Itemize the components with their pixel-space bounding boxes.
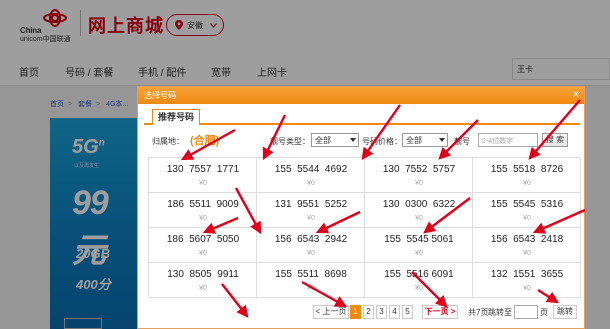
price-select[interactable]: 全部 (402, 133, 448, 147)
phone-number: 155 5518 8726 (490, 164, 564, 175)
phone-number: 155 5545 5316 (490, 199, 564, 210)
number-cell[interactable]: 156 6543 2418 ¥0 (473, 228, 581, 263)
page-unit-label: 页 (540, 308, 548, 317)
phone-number: 130 7557 1771 (166, 164, 240, 175)
goto-page-input[interactable] (514, 305, 538, 319)
number-grid: 130 7557 1771 ¥0 155 5544 4692 ¥0 130 7552 5… (148, 157, 581, 298)
phone-number: 156 6543 2418 (490, 234, 564, 245)
search-button[interactable]: 搜 索 (542, 133, 568, 147)
number-price: ¥0 (523, 215, 531, 222)
number-cell[interactable]: 186 5607 5050 ¥0 (149, 228, 257, 263)
modal-tabbar: 推荐号码 (144, 109, 580, 125)
number-price: ¥0 (307, 250, 315, 257)
number-cell[interactable]: 155 5545 5316 ¥0 (473, 193, 581, 228)
prev-page-button[interactable]: < 上一页 (313, 305, 349, 319)
number-cell[interactable]: 186 5511 9009 ¥0 (149, 193, 257, 228)
goto-label: 跳转至 (488, 308, 512, 317)
number-cell[interactable]: 155 5511 8698 ¥0 (257, 263, 365, 298)
modal-title: 选择号码 (144, 91, 176, 100)
location-value: (合肥) (190, 135, 220, 147)
number-cell[interactable]: 156 6543 2942 ¥0 (257, 228, 365, 263)
number-price: ¥0 (523, 285, 531, 292)
number-price: ¥0 (415, 285, 423, 292)
close-icon[interactable]: × (570, 88, 582, 100)
phone-number: 130 7552 5757 (382, 164, 456, 175)
number-price: ¥0 (307, 215, 315, 222)
phone-number: 186 5511 9009 (167, 199, 239, 210)
pagination: < 上一页 1 2 3 4 5 下一页 > 共7页 跳转至 页 跳转 (138, 305, 584, 321)
number-cell[interactable]: 130 8505 9911 ¥0 (149, 263, 257, 298)
number-price: ¥0 (523, 180, 531, 187)
price-label: 号码价格： (362, 137, 402, 146)
page-button-5[interactable]: 5 (402, 305, 413, 319)
number-cell[interactable]: 155 5518 8726 ¥0 (473, 158, 581, 193)
number-price: ¥0 (199, 180, 207, 187)
next-page-button[interactable]: 下一页 > (422, 305, 458, 319)
number-cell[interactable]: 130 0300 6322 ¥0 (365, 193, 473, 228)
number-price: ¥0 (199, 215, 207, 222)
page-button-1[interactable]: 1 (350, 305, 361, 319)
number-search-label: 靓号 (454, 137, 470, 146)
number-price: ¥0 (415, 250, 423, 257)
number-cell[interactable]: 132 1551 3655 ¥0 (473, 263, 581, 298)
phone-number: 155 5516 6091 (384, 269, 454, 280)
page-button-3[interactable]: 3 (376, 305, 387, 319)
number-price: ¥0 (307, 285, 315, 292)
number-price: ¥0 (199, 250, 207, 257)
phone-number: 156 6543 2942 (274, 234, 348, 245)
modal-header: 选择号码 × (138, 87, 584, 104)
number-cell[interactable]: 155 5516 6091 ¥0 (365, 263, 473, 298)
phone-number: 155 5511 8698 (275, 269, 347, 280)
number-cell[interactable]: 131 9551 5252 ¥0 (257, 193, 365, 228)
phone-number: 130 8505 9911 (167, 269, 239, 280)
page-button-4[interactable]: 4 (389, 305, 400, 319)
phone-number: 155 5545 5061 (384, 234, 454, 245)
phone-number: 130 0300 6322 (382, 199, 456, 210)
number-type-label: 靓号类型： (270, 137, 310, 146)
dropdown-arrow-icon (439, 138, 445, 142)
phone-number: 155 5544 4692 (274, 164, 348, 175)
number-select-modal: 选择号码 × 推荐号码 归属地： (合肥) 靓号类型： 全部 号码价格： 全部 … (137, 86, 585, 329)
page-button-2[interactable]: 2 (363, 305, 374, 319)
number-price: ¥0 (199, 285, 207, 292)
number-cell[interactable]: 130 7552 5757 ¥0 (365, 158, 473, 193)
total-pages-text: 共7页 (468, 308, 489, 317)
location-label: 归属地： (152, 137, 184, 146)
number-price: ¥0 (415, 180, 423, 187)
number-price: ¥0 (307, 180, 315, 187)
goto-button[interactable]: 跳转 (553, 305, 577, 319)
phone-number: 186 5607 5050 (166, 234, 240, 245)
tab-recommended-numbers[interactable]: 推荐号码 (152, 109, 200, 125)
number-search-input[interactable]: 2-4位数字 (478, 133, 538, 147)
number-cell[interactable]: 130 7557 1771 ¥0 (149, 158, 257, 193)
filter-bar: 归属地： (合肥) 靓号类型： 全部 号码价格： 全部 靓号 2-4位数字 搜 … (138, 131, 584, 151)
dropdown-arrow-icon (350, 138, 356, 142)
phone-number: 131 9551 5252 (274, 199, 348, 210)
number-cell[interactable]: 155 5544 4692 ¥0 (257, 158, 365, 193)
number-type-select[interactable]: 全部 (311, 133, 359, 147)
number-cell[interactable]: 155 5545 5061 ¥0 (365, 228, 473, 263)
number-price: ¥0 (415, 215, 423, 222)
phone-number: 132 1551 3655 (490, 269, 564, 280)
number-price: ¥0 (523, 250, 531, 257)
